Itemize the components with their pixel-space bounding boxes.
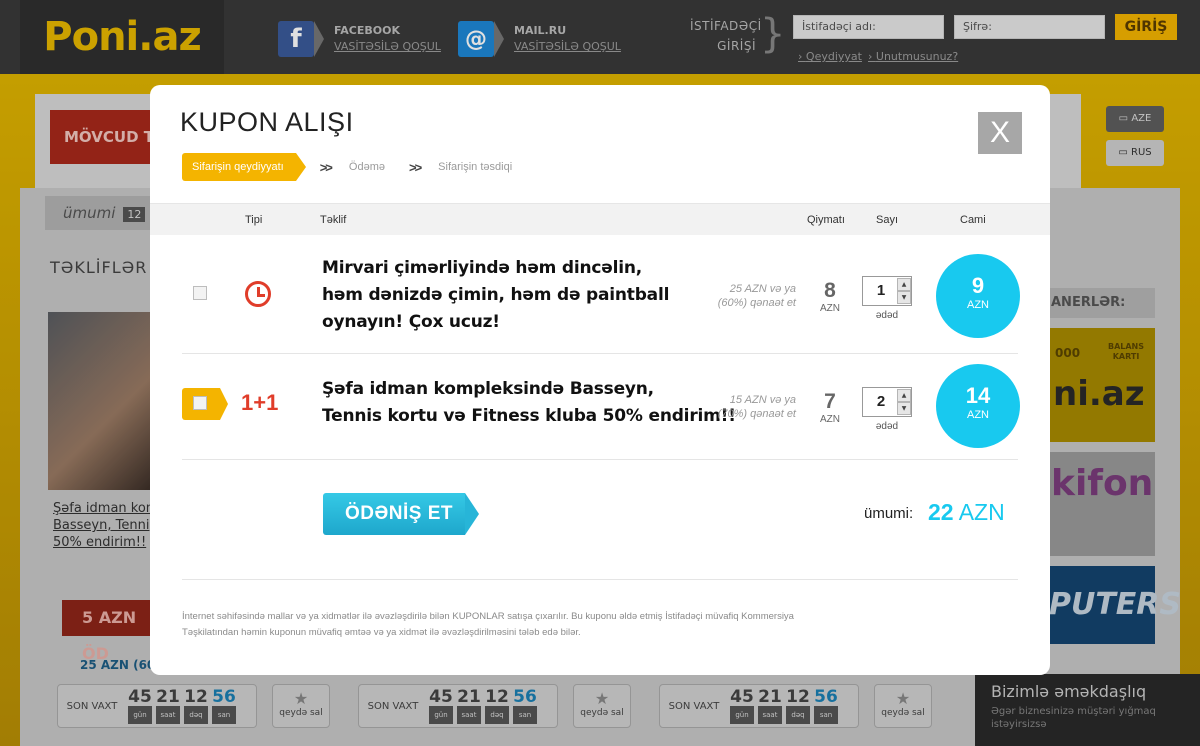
checkout-steps: Sifarişin qeydiyyatı >> Ödəmə >> Sifariş… <box>182 153 512 181</box>
price-unit: AZN <box>820 303 840 314</box>
sum-value: 22 AZN <box>928 499 1005 525</box>
column-qty: Sayı <box>876 214 899 226</box>
unit-price: 8 <box>824 279 836 302</box>
row-total-badge: 9 AZN <box>936 254 1020 338</box>
close-button[interactable]: X <box>978 112 1022 154</box>
quantity-unit: ədəd <box>875 310 899 321</box>
offer-text: Şəfa idman kompleksində Basseyn, Tennis … <box>322 379 736 426</box>
column-offer: Təklif <box>320 214 347 226</box>
quantity-stepper[interactable]: 2 ▲ ▼ <box>862 387 912 417</box>
clock-icon <box>245 281 271 307</box>
pay-button[interactable]: ÖDƏNİŞ ET <box>323 493 479 535</box>
step-order-registration: Sifarişin qeydiyyatı <box>182 153 306 181</box>
column-price: Qiymatı <box>807 214 845 226</box>
old-price: 25 AZN və ya (60%) qənaət et <box>717 283 796 309</box>
old-price: 15 AZN və ya (70%) qənaət et <box>717 394 796 420</box>
quantity-value[interactable]: 2 <box>863 388 899 416</box>
quantity-up-button[interactable]: ▲ <box>897 278 911 291</box>
price-unit: AZN <box>820 414 840 425</box>
column-total: Cami <box>960 214 986 226</box>
table-header: Tipi Təklif Qiymatı Sayı Cami <box>150 203 1050 235</box>
quantity-stepper[interactable]: 1 ▲ ▼ <box>862 276 912 306</box>
row-checkbox[interactable] <box>193 396 207 410</box>
divider <box>182 579 1018 580</box>
one-plus-one-label: 1+1 <box>241 390 279 415</box>
quantity-down-button[interactable]: ▼ <box>897 402 911 415</box>
quantity-value[interactable]: 1 <box>863 277 899 305</box>
step-confirmation: Sifarişin təsdiqi <box>438 161 513 173</box>
step-payment: Ödəmə <box>348 161 385 173</box>
disclaimer-text: İnternet səhifəsində mallar və ya xidmət… <box>182 611 794 638</box>
offer-text: Mirvari çimərliyində həm dincəlin, həm d… <box>322 258 670 332</box>
quantity-down-button[interactable]: ▼ <box>897 291 911 304</box>
column-type: Tipi <box>245 214 263 226</box>
sum-label: ümumi: <box>864 505 914 522</box>
row-checkbox[interactable] <box>193 286 207 300</box>
unit-price: 7 <box>824 390 836 413</box>
modal-title: KUPON ALIŞI <box>180 107 354 137</box>
step-separator: >> <box>319 159 333 175</box>
coupon-purchase-modal: KUPON ALIŞI X Sifarişin qeydiyyatı >> Öd… <box>150 85 1050 675</box>
quantity-up-button[interactable]: ▲ <box>897 389 911 402</box>
table-row: 1+1 Şəfa idman kompleksində Basseyn, Ten… <box>182 354 1020 460</box>
row-checkbox-selected[interactable] <box>182 388 228 420</box>
row-total-badge: 14 AZN <box>936 364 1020 448</box>
table-row: Mirvari çimərliyində həm dincəlin, həm d… <box>182 235 1020 354</box>
quantity-unit: ədəd <box>875 421 899 432</box>
step-separator: >> <box>408 159 422 175</box>
